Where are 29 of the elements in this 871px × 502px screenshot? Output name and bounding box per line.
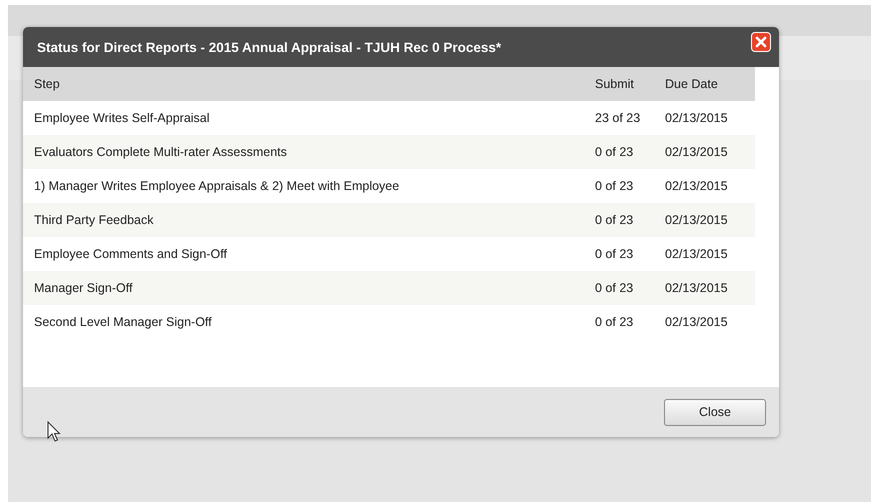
table-cell: 0 of 23 [591, 135, 661, 169]
table-cell: 0 of 23 [591, 169, 661, 203]
table-cell: Second Level Manager Sign-Off [23, 305, 591, 339]
table-cell: 02/13/2015 [661, 271, 755, 305]
table-cell: Evaluators Complete Multi-rater Assessments [23, 135, 591, 169]
dialog-title: Status for Direct Reports - 2015 Annual Appraisal - TJUH Rec 0 Process* [37, 40, 502, 54]
table-cell: 02/13/2015 [661, 135, 755, 169]
table-cell: 0 of 23 [591, 305, 661, 339]
close-button[interactable]: Close [664, 398, 766, 426]
column-header: Step [23, 67, 591, 101]
cursor-icon [47, 421, 61, 443]
close-button[interactable] [751, 32, 771, 52]
table-cell: 02/13/2015 [661, 169, 755, 203]
table-cell: Employee Comments and Sign-Off [23, 237, 591, 271]
table-cell: Manager Sign-Off [23, 271, 591, 305]
table-cell: 0 of 23 [591, 237, 661, 271]
table-cell: 0 of 23 [591, 271, 661, 305]
table-cell: 02/13/2015 [661, 305, 755, 339]
table-cell: Third Party Feedback [23, 203, 591, 237]
column-header: Due Date [661, 67, 755, 101]
close-icon [755, 36, 767, 48]
column-header: Submit [591, 67, 661, 101]
table-cell: Employee Writes Self-Appraisal [23, 101, 591, 135]
table-cell: 02/13/2015 [661, 203, 755, 237]
table-cell: 23 of 23 [591, 101, 661, 135]
table-cell: 1) Manager Writes Employee Appraisals & 2) Meet with Employee [23, 169, 591, 203]
table-cell: 02/13/2015 [661, 237, 755, 271]
table-cell: 0 of 23 [591, 203, 661, 237]
table-cell: 02/13/2015 [661, 101, 755, 135]
